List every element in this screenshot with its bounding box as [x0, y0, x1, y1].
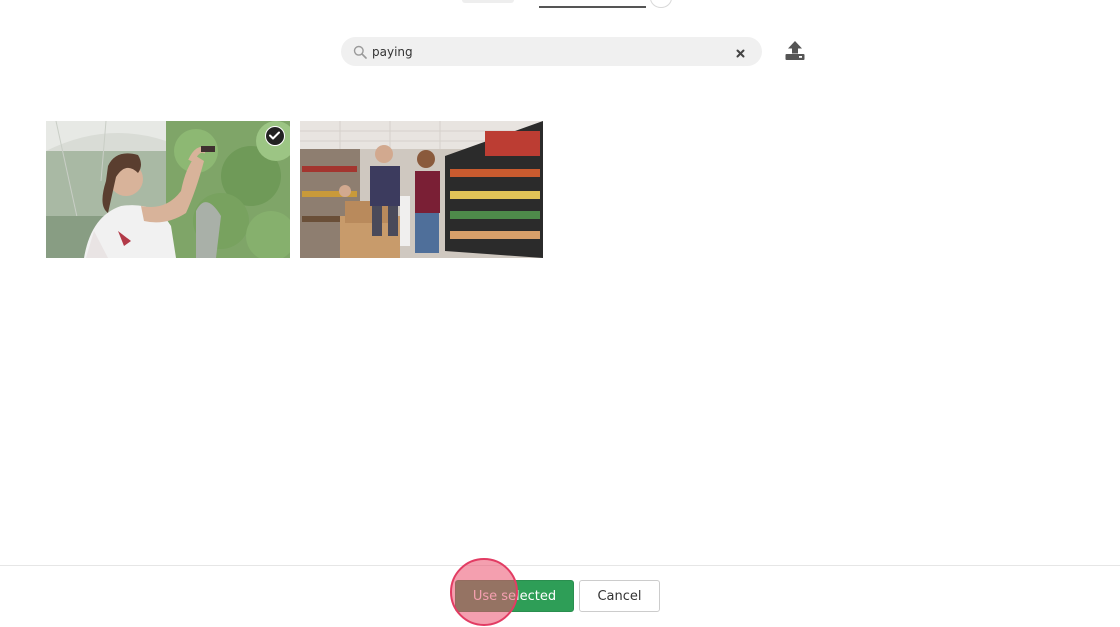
- image-result[interactable]: [46, 121, 290, 258]
- use-selected-button[interactable]: Use selected: [455, 580, 574, 612]
- tab-badge: [650, 0, 672, 8]
- checkmark-icon: [265, 126, 285, 146]
- search-bar: [341, 37, 762, 66]
- cancel-button[interactable]: Cancel: [579, 580, 660, 612]
- tab-partial[interactable]: [462, 0, 514, 3]
- search-input[interactable]: [372, 41, 722, 62]
- image-result[interactable]: [300, 121, 543, 258]
- active-tab-indicator: [539, 6, 646, 8]
- upload-icon[interactable]: [784, 40, 806, 61]
- search-icon: [353, 44, 367, 59]
- result-photo-greenhouse: [46, 121, 290, 258]
- footer-divider: [0, 565, 1120, 566]
- close-icon[interactable]: [734, 45, 747, 58]
- result-photo-food-pantry: [300, 121, 543, 258]
